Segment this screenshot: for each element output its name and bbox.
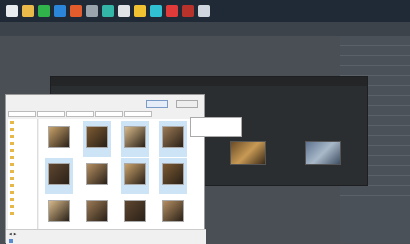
dialog-footer: ◀ ▶ xyxy=(6,229,206,244)
file-tile[interactable] xyxy=(83,158,111,194)
gallery-thumb-3[interactable] xyxy=(305,141,341,165)
file-tile[interactable] xyxy=(159,158,187,194)
nav-item[interactable] xyxy=(8,126,37,133)
open-button[interactable] xyxy=(146,100,168,108)
folder-icon xyxy=(10,128,14,131)
app-teal-icon[interactable] xyxy=(102,5,114,17)
file-thumbnail xyxy=(48,200,70,222)
file-thumbnail xyxy=(162,163,184,185)
nav-item[interactable] xyxy=(8,147,37,154)
file-tile[interactable] xyxy=(45,121,73,157)
folder-icon xyxy=(10,177,14,180)
file-thumbnail xyxy=(162,126,184,148)
file-thumbnail xyxy=(86,200,108,222)
address-bar[interactable] xyxy=(8,111,204,117)
nav-item[interactable] xyxy=(8,119,37,126)
app-last-icon[interactable] xyxy=(198,5,210,17)
app-white-icon[interactable] xyxy=(118,5,130,17)
tooltip xyxy=(190,117,242,137)
app-red-icon[interactable] xyxy=(166,5,178,17)
file-thumbnail xyxy=(124,126,146,148)
folder-icon xyxy=(10,170,14,173)
tray-icons[interactable] xyxy=(375,3,403,9)
right-panel-item[interactable] xyxy=(340,46,410,56)
gallery-header xyxy=(51,77,367,86)
app-cyan-icon[interactable] xyxy=(150,5,162,17)
app-blue-icon[interactable] xyxy=(54,5,66,17)
file-thumbnail xyxy=(48,163,70,185)
nav-item[interactable] xyxy=(8,133,37,140)
cancel-button[interactable] xyxy=(176,100,198,108)
folder-icon xyxy=(10,156,14,159)
folder-icon xyxy=(10,205,14,208)
app-orange-icon[interactable] xyxy=(70,5,82,17)
address-crumb[interactable] xyxy=(95,111,123,117)
file-thumbnail xyxy=(162,200,184,222)
nav-item[interactable] xyxy=(8,196,37,203)
file-tile[interactable] xyxy=(159,195,187,229)
nav-item[interactable] xyxy=(8,210,37,217)
file-tile[interactable] xyxy=(159,121,187,157)
nav-item[interactable] xyxy=(8,161,37,168)
app-green-icon[interactable] xyxy=(38,5,50,17)
address-crumb[interactable] xyxy=(66,111,94,117)
nav-item[interactable] xyxy=(8,203,37,210)
file-tile[interactable] xyxy=(83,195,111,229)
windows-icon[interactable] xyxy=(6,5,18,17)
folder-icon xyxy=(10,184,14,187)
file-thumbnail xyxy=(86,163,108,185)
file-thumbnail xyxy=(86,126,108,148)
app-yellow-icon[interactable] xyxy=(134,5,146,17)
folder-icon xyxy=(10,191,14,194)
right-panel-item[interactable] xyxy=(340,186,410,196)
nav-item[interactable] xyxy=(8,168,37,175)
folder-icon xyxy=(10,142,14,145)
app-gray-icon[interactable] xyxy=(86,5,98,17)
nav-item[interactable] xyxy=(8,182,37,189)
file-tile[interactable] xyxy=(121,121,149,157)
file-tile[interactable] xyxy=(121,158,149,194)
nav-item[interactable] xyxy=(8,140,37,147)
folder-icon[interactable] xyxy=(22,5,34,17)
top-strip xyxy=(0,22,410,36)
forward-arrow-icon[interactable]: ▶ xyxy=(14,232,17,236)
address-crumb[interactable] xyxy=(8,111,36,117)
address-crumb[interactable] xyxy=(37,111,65,117)
file-thumbnail xyxy=(124,200,146,222)
file-thumbnail xyxy=(124,163,146,185)
file-tile[interactable] xyxy=(45,158,73,194)
right-panel-item[interactable] xyxy=(340,56,410,66)
folder-icon xyxy=(10,149,14,152)
folder-icon xyxy=(10,212,14,215)
file-tile[interactable] xyxy=(45,195,73,229)
folder-icon xyxy=(10,121,14,124)
folder-icon xyxy=(10,135,14,138)
nav-item[interactable] xyxy=(8,154,37,161)
nav-item[interactable] xyxy=(8,189,37,196)
right-panel-item[interactable] xyxy=(340,66,410,76)
app-darkred-icon[interactable] xyxy=(182,5,194,17)
system-tray[interactable] xyxy=(375,3,406,9)
right-panel-item[interactable] xyxy=(340,36,410,46)
address-crumb[interactable] xyxy=(124,111,152,117)
folder-icon xyxy=(10,198,14,201)
taskbar xyxy=(0,0,410,22)
file-tile[interactable] xyxy=(83,121,111,157)
folder-icon xyxy=(10,163,14,166)
footer-path-row[interactable]: ◀ ▶ xyxy=(6,230,206,237)
filter-icon xyxy=(9,238,13,243)
gallery-column-3[interactable] xyxy=(299,86,359,186)
navigation-pane xyxy=(8,119,38,229)
bottom-status-bar xyxy=(210,236,340,243)
file-open-dialog: ◀ ▶ xyxy=(5,94,206,244)
file-list xyxy=(39,119,204,229)
file-tile[interactable] xyxy=(121,195,149,229)
nav-item[interactable] xyxy=(8,175,37,182)
gallery-thumb-2[interactable] xyxy=(230,141,266,165)
back-arrow-icon[interactable]: ◀ xyxy=(9,232,12,236)
file-thumbnail xyxy=(48,126,70,148)
